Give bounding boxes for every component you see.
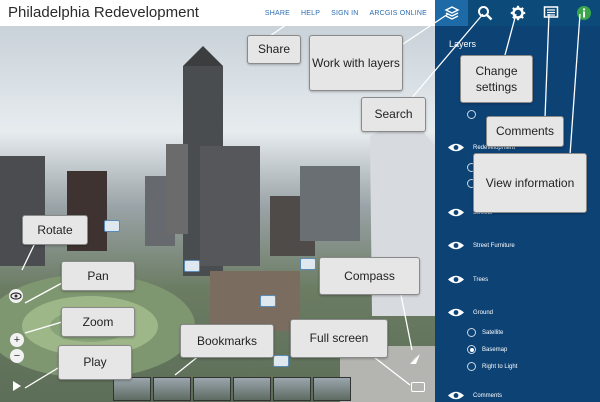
callout-settings: Change settings <box>460 55 533 103</box>
callout-layers: Work with layers <box>309 35 403 91</box>
callout-search: Search <box>361 97 426 132</box>
callout-rotate: Rotate <box>22 215 88 245</box>
callout-pan: Pan <box>61 261 135 291</box>
callout-zoom: Zoom <box>61 307 135 337</box>
callout-comments: Comments <box>486 116 564 147</box>
callout-play: Play <box>58 345 132 380</box>
callout-fullscreen: Full screen <box>290 319 388 358</box>
callout-share: Share <box>247 35 301 64</box>
callout-compass: Compass <box>319 257 420 295</box>
callout-info: View information <box>473 153 587 213</box>
callout-bookmarks: Bookmarks <box>180 324 274 358</box>
